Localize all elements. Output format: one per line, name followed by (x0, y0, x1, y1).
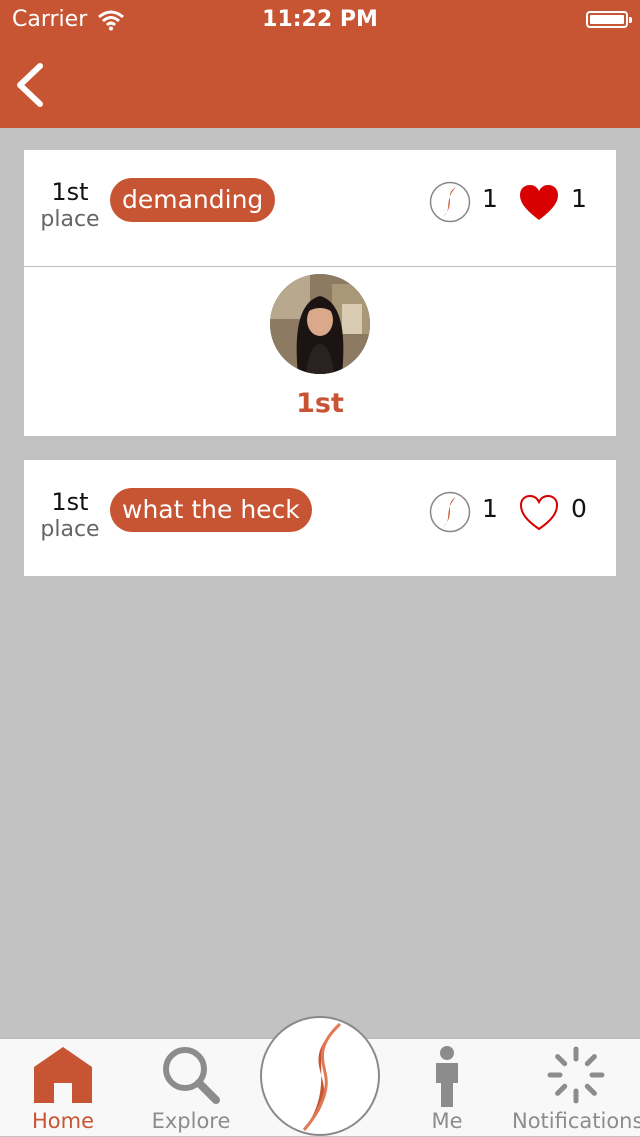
entry-card[interactable]: 1st place what the heck 1 0 (24, 460, 616, 576)
tab-notifications[interactable]: Notifications (512, 1039, 640, 1137)
tab-explore[interactable]: Explore (128, 1039, 254, 1137)
tag-badge[interactable]: demanding (110, 178, 276, 222)
tab-label: Notifications (512, 1109, 640, 1133)
like-count: 1 (571, 184, 587, 213)
app-logo-icon (429, 181, 471, 223)
tag-badge[interactable]: what the heck (110, 488, 312, 532)
tab-home[interactable]: Home (0, 1039, 126, 1137)
spinner-icon (547, 1046, 605, 1104)
winner-rank: 1st (296, 388, 344, 419)
home-icon (34, 1047, 92, 1103)
tab-label: Home (31, 1109, 94, 1133)
tab-label: Explore (151, 1109, 231, 1133)
app-logo-icon (429, 491, 471, 533)
app-logo-icon (302, 1022, 342, 1131)
navigation-bar: Carrier 11:22 PM (0, 0, 640, 128)
avatar[interactable] (270, 274, 370, 374)
entry-header: 1st place demanding 1 1 (24, 150, 616, 266)
tab-label: Me (431, 1109, 463, 1133)
back-button[interactable] (10, 58, 56, 112)
like-count: 0 (571, 494, 587, 523)
rank-number: 1st (51, 488, 89, 516)
vote-count: 1 (482, 494, 498, 523)
center-create-button[interactable] (260, 1016, 380, 1136)
entry-rank: 1st place (36, 488, 104, 544)
vote-count: 1 (482, 184, 498, 213)
entry-header: 1st place what the heck 1 0 (24, 460, 616, 576)
tab-me[interactable]: Me (384, 1039, 510, 1137)
heart-outline-icon[interactable] (518, 493, 560, 533)
rank-word: place (40, 207, 100, 232)
card-divider (24, 266, 616, 267)
entry-rank: 1st place (36, 178, 104, 234)
status-time: 11:22 PM (262, 7, 378, 32)
user-photo (270, 274, 370, 374)
search-icon (163, 1047, 220, 1104)
person-icon (436, 1046, 458, 1107)
battery-icon (586, 11, 632, 28)
entry-card[interactable]: 1st place demanding 1 1 1st (24, 150, 616, 436)
status-bar: Carrier 11:22 PM (0, 0, 640, 40)
heart-filled-icon[interactable] (518, 183, 560, 223)
chevron-left-icon (17, 63, 43, 107)
rank-number: 1st (51, 178, 89, 206)
rank-word: place (40, 517, 100, 542)
